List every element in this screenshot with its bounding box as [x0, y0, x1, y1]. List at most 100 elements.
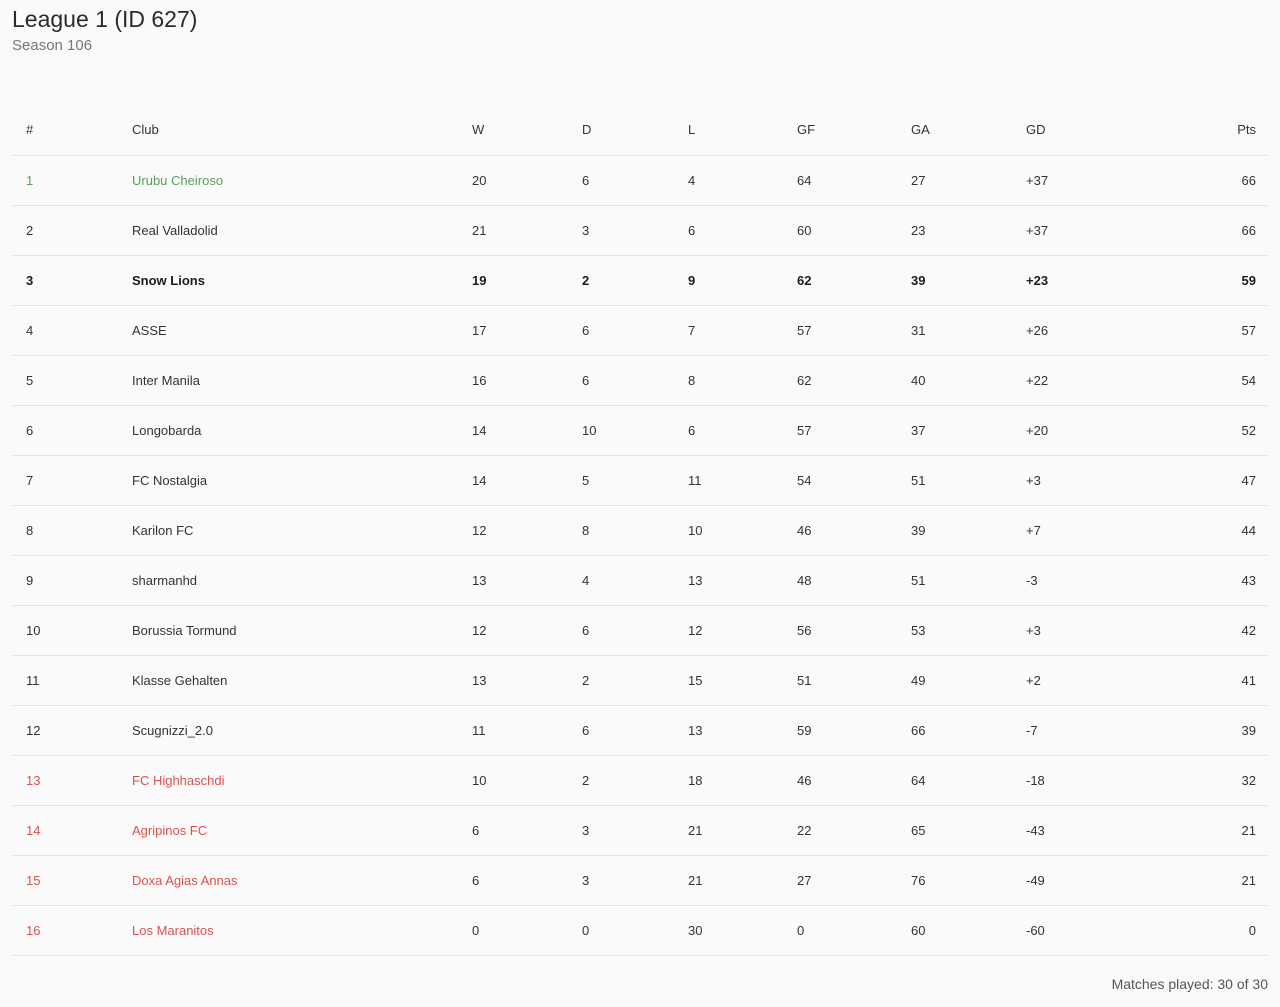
goal-difference: +23 [1026, 255, 1216, 306]
points: 39 [1216, 705, 1268, 756]
draws: 2 [582, 255, 688, 306]
position: 11 [12, 655, 132, 706]
goals-against: 65 [911, 805, 1026, 856]
wins: 6 [472, 855, 582, 906]
points: 0 [1216, 905, 1268, 956]
losses: 12 [688, 605, 797, 656]
club-name[interactable]: Los Maranitos [132, 905, 472, 956]
goal-difference: +37 [1026, 155, 1216, 206]
goals-against: 49 [911, 655, 1026, 706]
goals-for: 46 [797, 755, 911, 806]
wins: 17 [472, 305, 582, 356]
points: 32 [1216, 755, 1268, 806]
col-goals-for[interactable]: GF [797, 104, 911, 156]
col-club[interactable]: Club [132, 104, 472, 156]
col-goals-against[interactable]: GA [911, 104, 1026, 156]
goal-difference: -18 [1026, 755, 1216, 806]
goal-difference: -7 [1026, 705, 1216, 756]
club-name[interactable]: Scugnizzi_2.0 [132, 705, 472, 756]
table-row: 8 Karilon FC 12 8 10 46 39 +7 44 [12, 505, 1268, 556]
losses: 6 [688, 405, 797, 456]
position: 3 [12, 255, 132, 306]
goal-difference: +7 [1026, 505, 1216, 556]
col-draws[interactable]: D [582, 104, 688, 156]
points: 57 [1216, 305, 1268, 356]
draws: 8 [582, 505, 688, 556]
wins: 11 [472, 705, 582, 756]
club-name[interactable]: FC Nostalgia [132, 455, 472, 506]
goal-difference: +3 [1026, 455, 1216, 506]
standings-header: # Club W D L GF GA GD Pts [12, 104, 1268, 156]
wins: 21 [472, 205, 582, 256]
goals-against: 23 [911, 205, 1026, 256]
matches-played: Matches played: 30 of 30 [1111, 976, 1268, 992]
position: 10 [12, 605, 132, 656]
goals-for: 54 [797, 455, 911, 506]
table-row: 12 Scugnizzi_2.0 11 6 13 59 66 -7 39 [12, 705, 1268, 756]
goals-against: 64 [911, 755, 1026, 806]
goals-for: 48 [797, 555, 911, 606]
draws: 3 [582, 205, 688, 256]
club-name[interactable]: ASSE [132, 305, 472, 356]
goals-for: 22 [797, 805, 911, 856]
wins: 19 [472, 255, 582, 306]
points: 54 [1216, 355, 1268, 406]
col-position[interactable]: # [12, 104, 132, 156]
goals-for: 62 [797, 355, 911, 406]
club-name[interactable]: sharmanhd [132, 555, 472, 606]
goals-against: 53 [911, 605, 1026, 656]
goals-against: 31 [911, 305, 1026, 356]
table-row: 13 FC Highhaschdi 10 2 18 46 64 -18 32 [12, 755, 1268, 806]
club-name[interactable]: Klasse Gehalten [132, 655, 472, 706]
position: 2 [12, 205, 132, 256]
goal-difference: +37 [1026, 205, 1216, 256]
goals-against: 27 [911, 155, 1026, 206]
losses: 6 [688, 205, 797, 256]
table-row: 16 Los Maranitos 0 0 30 0 60 -60 0 [12, 905, 1268, 956]
position: 7 [12, 455, 132, 506]
club-name[interactable]: Karilon FC [132, 505, 472, 556]
col-losses[interactable]: L [688, 104, 797, 156]
club-name[interactable]: Doxa Agias Annas [132, 855, 472, 906]
losses: 11 [688, 455, 797, 506]
col-goal-difference[interactable]: GD [1026, 104, 1216, 156]
goals-against: 76 [911, 855, 1026, 906]
club-name[interactable]: Urubu Cheiroso [132, 155, 472, 206]
club-name[interactable]: Borussia Tormund [132, 605, 472, 656]
club-name[interactable]: Inter Manila [132, 355, 472, 406]
club-name[interactable]: FC Highhaschdi [132, 755, 472, 806]
wins: 13 [472, 655, 582, 706]
position: 13 [12, 755, 132, 806]
table-row: 9 sharmanhd 13 4 13 48 51 -3 43 [12, 555, 1268, 606]
table-row: 6 Longobarda 14 10 6 57 37 +20 52 [12, 405, 1268, 456]
goal-difference: -43 [1026, 805, 1216, 856]
position: 16 [12, 905, 132, 956]
club-name[interactable]: Longobarda [132, 405, 472, 456]
table-row: 3 Snow Lions 19 2 9 62 39 +23 59 [12, 255, 1268, 306]
points: 47 [1216, 455, 1268, 506]
goals-for: 27 [797, 855, 911, 906]
col-wins[interactable]: W [472, 104, 582, 156]
draws: 6 [582, 305, 688, 356]
goals-for: 0 [797, 905, 911, 956]
goals-for: 62 [797, 255, 911, 306]
club-name[interactable]: Real Valladolid [132, 205, 472, 256]
goal-difference: -3 [1026, 555, 1216, 606]
goals-for: 51 [797, 655, 911, 706]
draws: 2 [582, 755, 688, 806]
draws: 3 [582, 805, 688, 856]
draws: 3 [582, 855, 688, 906]
header-row: # Club W D L GF GA GD Pts [12, 104, 1268, 156]
losses: 18 [688, 755, 797, 806]
col-points[interactable]: Pts [1216, 104, 1268, 156]
goals-against: 39 [911, 505, 1026, 556]
goal-difference: -49 [1026, 855, 1216, 906]
draws: 6 [582, 605, 688, 656]
goal-difference: -60 [1026, 905, 1216, 956]
goal-difference: +20 [1026, 405, 1216, 456]
losses: 7 [688, 305, 797, 356]
club-name[interactable]: Snow Lions [132, 255, 472, 306]
club-name[interactable]: Agripinos FC [132, 805, 472, 856]
wins: 14 [472, 455, 582, 506]
position: 6 [12, 405, 132, 456]
